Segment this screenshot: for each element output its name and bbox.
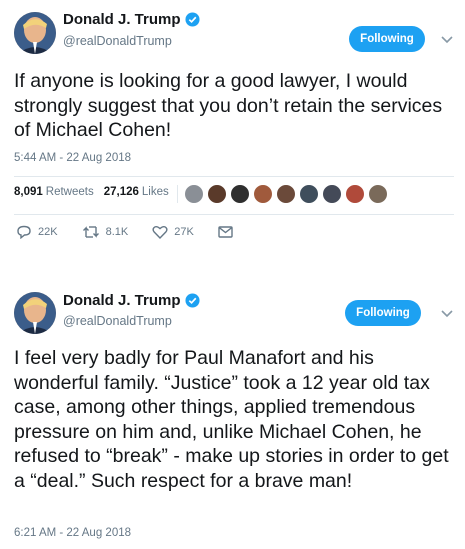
divider bbox=[177, 185, 178, 203]
reply-icon bbox=[17, 225, 31, 239]
chevron-down-icon[interactable] bbox=[441, 33, 455, 47]
verified-badge-icon bbox=[184, 12, 200, 27]
reply-button[interactable]: 22K bbox=[16, 225, 58, 239]
retweet-button[interactable]: 8.1K bbox=[82, 225, 129, 239]
author-name-row: Donald J. Trump bbox=[63, 11, 200, 28]
tweet-card: Donald J. Trump @realDonaldTrump Followi… bbox=[0, 276, 465, 549]
liker-avatar[interactable] bbox=[230, 184, 250, 204]
user-handle[interactable]: @realDonaldTrump bbox=[63, 314, 172, 328]
tweet-text: I feel very badly for Paul Manafort and … bbox=[14, 347, 449, 492]
tweet-stats: 8,091 Retweets 27,126 Likes bbox=[14, 186, 179, 198]
tweet-timestamp[interactable]: 5:44 AM - 22 Aug 2018 bbox=[14, 152, 131, 164]
author-name-row: Donald J. Trump bbox=[63, 292, 200, 309]
liker-avatars bbox=[177, 184, 391, 204]
liker-avatar[interactable] bbox=[276, 184, 296, 204]
retweets-label[interactable]: Retweets bbox=[46, 186, 94, 198]
like-button[interactable]: 27K bbox=[152, 225, 194, 239]
like-action-count: 27K bbox=[174, 226, 194, 238]
display-name[interactable]: Donald J. Trump bbox=[63, 292, 181, 309]
avatar[interactable] bbox=[14, 292, 56, 334]
direct-message-button[interactable] bbox=[218, 226, 239, 238]
retweets-count[interactable]: 8,091 bbox=[14, 186, 43, 198]
user-handle[interactable]: @realDonaldTrump bbox=[63, 34, 172, 48]
likes-label[interactable]: Likes bbox=[142, 186, 169, 198]
avatar[interactable] bbox=[14, 12, 56, 54]
tweet-timestamp[interactable]: 6:21 AM - 22 Aug 2018 bbox=[14, 527, 131, 539]
retweet-action-count: 8.1K bbox=[105, 226, 129, 238]
verified-badge-icon bbox=[184, 293, 200, 308]
liker-avatar[interactable] bbox=[322, 184, 342, 204]
liker-avatar[interactable] bbox=[207, 184, 227, 204]
tweet-text: If anyone is looking for a good lawyer, … bbox=[14, 70, 443, 141]
divider bbox=[14, 214, 454, 215]
liker-avatar[interactable] bbox=[253, 184, 273, 204]
liker-avatar[interactable] bbox=[184, 184, 204, 204]
liker-avatar[interactable] bbox=[299, 184, 319, 204]
following-button[interactable]: Following bbox=[345, 300, 421, 326]
divider bbox=[14, 176, 454, 177]
tweet-actions: 22K 8.1K 27K bbox=[16, 225, 263, 239]
chevron-down-icon[interactable] bbox=[441, 307, 455, 321]
tweet-card: Donald J. Trump @realDonaldTrump Followi… bbox=[0, 0, 465, 262]
display-name[interactable]: Donald J. Trump bbox=[63, 11, 181, 28]
liker-avatar[interactable] bbox=[345, 184, 365, 204]
envelope-icon bbox=[218, 226, 233, 238]
likes-count[interactable]: 27,126 bbox=[104, 186, 139, 198]
liker-avatar[interactable] bbox=[368, 184, 388, 204]
tweet-separator bbox=[0, 264, 465, 274]
following-button[interactable]: Following bbox=[349, 26, 425, 52]
reply-count: 22K bbox=[38, 226, 58, 238]
heart-icon bbox=[152, 226, 168, 239]
retweet-icon bbox=[82, 226, 99, 238]
